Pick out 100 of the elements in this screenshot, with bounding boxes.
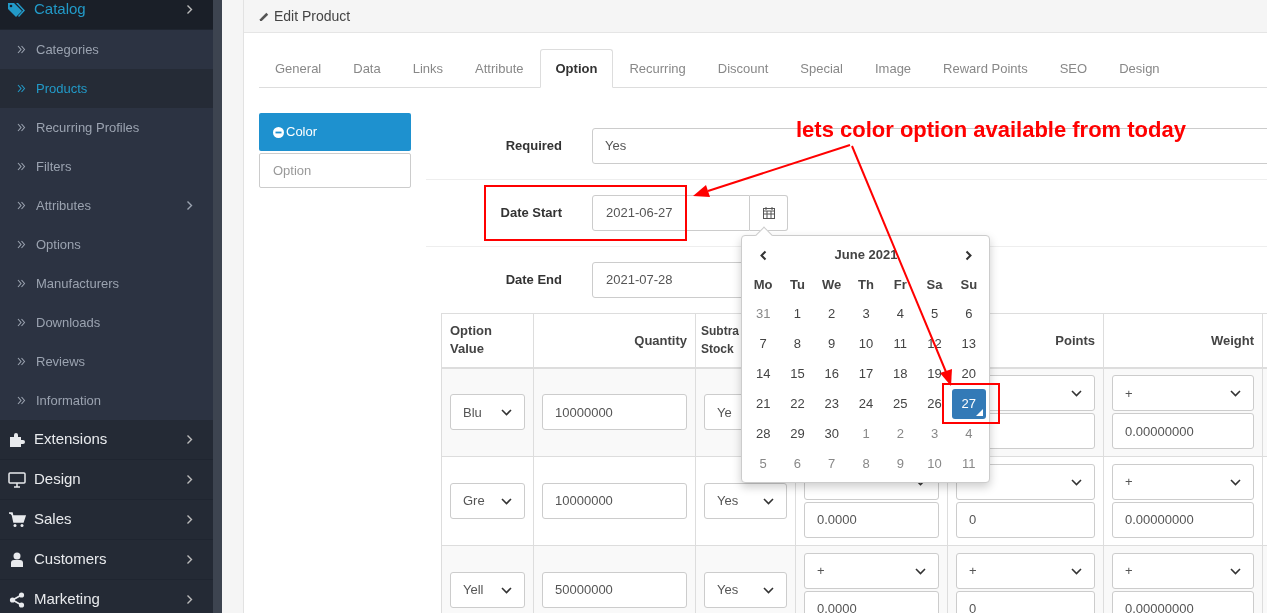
caret-icon (1230, 478, 1241, 486)
subtract-stock-select[interactable]: Yes (704, 483, 787, 519)
calendar-day[interactable]: 16 (823, 364, 840, 384)
tab[interactable]: Special (784, 49, 859, 88)
calendar-day[interactable]: 9 (895, 454, 905, 474)
calendar-day[interactable]: 2 (827, 304, 837, 324)
calendar-day[interactable]: 27 (951, 389, 986, 419)
tab[interactable]: Data (337, 49, 397, 88)
calendar-day[interactable]: 22 (789, 394, 806, 414)
calendar-day[interactable]: 11 (892, 334, 909, 354)
calendar-day[interactable]: 24 (857, 394, 875, 414)
quantity-field[interactable]: 10000000 (542, 394, 687, 431)
option-value-select[interactable]: Yell (450, 572, 525, 608)
month-title[interactable]: June 2021 (780, 240, 952, 270)
calendar-day[interactable]: 4 (964, 424, 974, 444)
sidebar-menu-item[interactable]: Marketing (0, 580, 213, 613)
number-field[interactable]: 0.0000 (804, 591, 939, 613)
calendar-day[interactable]: 14 (754, 364, 772, 384)
tab[interactable]: General (259, 49, 338, 88)
calendar-day[interactable]: 2 (895, 424, 905, 444)
calendar-day[interactable]: 28 (754, 424, 772, 444)
calendar-day[interactable]: 4 (895, 304, 905, 324)
calendar-day[interactable]: 31 (754, 304, 772, 324)
field-label: Required (504, 137, 562, 156)
prefix-select[interactable]: + (1112, 375, 1254, 412)
sidebar-menu-item[interactable]: Extensions (0, 420, 213, 460)
calendar-day[interactable]: 15 (789, 364, 806, 384)
sidebar-menu-item[interactable]: Customers (0, 540, 213, 580)
calendar-day[interactable]: 10 (857, 334, 875, 354)
minus-circle-icon[interactable] (273, 126, 284, 138)
prefix-select[interactable]: + (804, 553, 939, 589)
tab[interactable]: Links (396, 49, 460, 88)
tab[interactable]: Discount (701, 49, 785, 88)
calendar-day[interactable]: 1 (861, 424, 871, 444)
calendar-day[interactable]: 5 (929, 304, 940, 324)
calendar-day[interactable]: 13 (960, 334, 978, 354)
tab[interactable]: Option (539, 49, 614, 88)
calendar-button[interactable] (750, 195, 788, 231)
calendar-day[interactable]: 7 (827, 454, 837, 474)
date-start-field[interactable]: 2021-06-27 (592, 195, 750, 231)
sidebar-submenu-item[interactable]: Information (0, 381, 213, 420)
calendar-day[interactable]: 1 (792, 304, 803, 324)
prefix-select[interactable]: + (1112, 553, 1254, 589)
option-value-select[interactable]: Blu (450, 394, 525, 431)
sidebar-submenu-item[interactable]: Options (0, 225, 213, 264)
sidebar-submenu-item[interactable]: Attributes (0, 186, 213, 225)
number-field[interactable]: 0 (956, 502, 1095, 538)
number-field[interactable]: 0 (956, 591, 1095, 613)
calendar-day[interactable]: 26 (926, 394, 943, 414)
tab[interactable]: SEO (1043, 49, 1104, 88)
calendar-day[interactable]: 21 (754, 394, 772, 414)
sidebar-submenu-item[interactable]: Products (0, 69, 213, 108)
calendar-day[interactable]: 19 (926, 364, 943, 384)
chevron-icon (186, 554, 193, 565)
calendar-day[interactable]: 11 (961, 454, 977, 474)
calendar-day[interactable]: 20 (960, 364, 978, 384)
sidebar-menu-item[interactable]: Catalog (0, 0, 213, 30)
sidebar-submenu-item[interactable]: Reviews (0, 342, 213, 381)
tab[interactable]: Design (1103, 49, 1176, 88)
number-field[interactable]: 0.00000000 (1112, 502, 1254, 538)
tab[interactable]: Reward Points (927, 49, 1044, 88)
calendar-day[interactable]: 8 (792, 334, 803, 354)
number-field[interactable]: 0.00000000 (1112, 591, 1254, 613)
tab[interactable]: Image (858, 49, 928, 88)
sidebar-submenu-item[interactable]: Filters (0, 147, 213, 186)
calendar-day[interactable]: 3 (861, 304, 871, 324)
sidebar-submenu-item[interactable]: Categories (0, 30, 213, 69)
calendar-day[interactable]: 25 (892, 394, 909, 414)
calendar-day[interactable]: 8 (861, 454, 871, 474)
tab[interactable]: Recurring (613, 49, 702, 88)
subtract-stock-select[interactable]: Yes (704, 572, 787, 608)
quantity-field[interactable]: 50000000 (542, 572, 687, 608)
prefix-select[interactable]: + (1112, 464, 1254, 500)
number-field[interactable]: 0.0000 (804, 502, 939, 538)
sidebar-submenu-item[interactable]: Manufacturers (0, 264, 213, 303)
calendar-day[interactable]: 30 (823, 424, 840, 444)
calendar-day[interactable]: 6 (964, 304, 974, 324)
calendar-day[interactable]: 10 (926, 454, 943, 474)
calendar-day[interactable]: 23 (823, 394, 840, 414)
calendar-day[interactable]: 18 (892, 364, 909, 384)
sidebar-submenu-item[interactable]: Recurring Profiles (0, 108, 213, 147)
sidebar-menu-item[interactable]: Sales (0, 500, 213, 540)
number-field[interactable]: 0.00000000 (1112, 413, 1254, 450)
calendar-day[interactable]: 17 (857, 364, 875, 384)
calendar-day[interactable]: 9 (827, 334, 837, 354)
calendar-day[interactable]: 6 (792, 454, 803, 474)
calendar-day[interactable]: 5 (758, 454, 768, 474)
sidebar-submenu-item[interactable]: Downloads (0, 303, 213, 342)
option-value-select[interactable]: Gre (450, 483, 525, 519)
calendar-day[interactable]: 3 (929, 424, 940, 444)
calendar-day[interactable]: 7 (758, 334, 768, 354)
quantity-field[interactable]: 10000000 (542, 483, 687, 519)
option-tab[interactable]: Color (259, 113, 411, 151)
tab[interactable]: Attribute (459, 49, 540, 88)
sidebar-menu-item[interactable]: Design (0, 460, 213, 500)
caret-icon (1071, 567, 1082, 575)
prefix-select[interactable]: + (956, 553, 1095, 589)
calendar-day[interactable]: 29 (789, 424, 806, 444)
chevron-icon (186, 200, 193, 211)
option-search-field[interactable]: Option (259, 153, 411, 188)
